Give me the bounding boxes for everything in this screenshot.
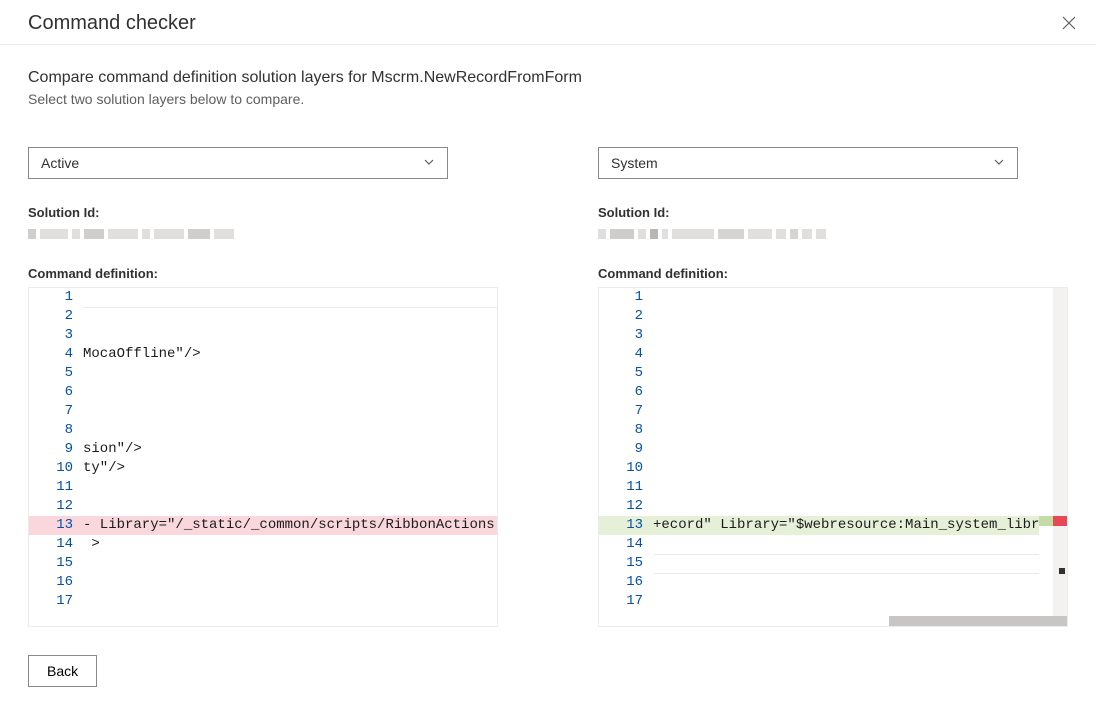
left-layer-value: Active — [41, 155, 423, 171]
code-line: 5 — [599, 364, 1039, 383]
code-line: 4MocaOffline"/> — [29, 345, 497, 364]
close-icon — [1062, 16, 1076, 30]
left-column: Active Solution Id: Command definition: … — [28, 147, 498, 627]
code-line: 17 — [29, 592, 497, 611]
diff-marker-add — [1039, 516, 1053, 526]
right-layer-value: System — [611, 155, 993, 171]
right-command-def-label: Command definition: — [598, 266, 1068, 281]
code-line: 8 — [29, 421, 497, 440]
close-button[interactable] — [1056, 10, 1082, 36]
back-button[interactable]: Back — [28, 655, 97, 687]
dialog-titlebar: Command checker — [0, 0, 1096, 45]
description: Select two solution layers below to comp… — [28, 91, 1068, 107]
code-line: 15 — [29, 554, 497, 573]
right-solution-id-value — [598, 226, 1068, 242]
left-solution-id-value — [28, 226, 498, 242]
dialog-content: Compare command definition solution laye… — [0, 45, 1096, 711]
code-line: 7 — [599, 402, 1039, 421]
left-command-def-label: Command definition: — [28, 266, 498, 281]
diff-marker-delete — [1053, 516, 1067, 526]
code-line: 3 — [599, 326, 1039, 345]
subtitle: Compare command definition solution laye… — [28, 69, 1068, 87]
code-line: 1 — [599, 288, 1039, 307]
code-line: 17 — [599, 592, 1039, 611]
code-line: 16 — [29, 573, 497, 592]
code-line: 11 — [599, 478, 1039, 497]
code-line: 10ty"/> — [29, 459, 497, 478]
caret-indicator — [1059, 568, 1065, 574]
code-line: 4 — [599, 345, 1039, 364]
code-line: 16 — [599, 573, 1039, 592]
code-line: 6 — [599, 383, 1039, 402]
code-line: 12 — [29, 497, 497, 516]
code-line: 2 — [29, 307, 497, 326]
code-line-added: 13+ecord" Library="$webresource:Main_sys… — [599, 516, 1039, 535]
code-line: 14 > — [29, 535, 497, 554]
code-line: 9 — [599, 440, 1039, 459]
right-solution-id-label: Solution Id: — [598, 205, 1068, 220]
code-line: 15 — [599, 554, 1039, 573]
code-line: 11 — [29, 478, 497, 497]
code-line: 5 — [29, 364, 497, 383]
right-layer-dropdown[interactable]: System — [598, 147, 1018, 179]
command-checker-dialog: Command checker Compare command definiti… — [0, 0, 1096, 711]
right-code-box[interactable]: 1 2 3 4 5 6 7 8 9 10 11 12 13+ecord" Lib… — [598, 287, 1068, 627]
chevron-down-icon — [423, 155, 435, 171]
chevron-down-icon — [993, 155, 1005, 171]
code-line-deleted: 13- Library="/_static/_common/scripts/Ri… — [29, 516, 497, 535]
code-line: 3 — [29, 326, 497, 345]
code-line: 6 — [29, 383, 497, 402]
compare-columns: Active Solution Id: Command definition: … — [28, 147, 1068, 627]
code-line: 10 — [599, 459, 1039, 478]
left-solution-id-label: Solution Id: — [28, 205, 498, 220]
vertical-scrollbar-track[interactable] — [1053, 288, 1067, 626]
right-column: System Solution Id: Command definition: — [598, 147, 1068, 627]
code-line: 2 — [599, 307, 1039, 326]
left-layer-dropdown[interactable]: Active — [28, 147, 448, 179]
code-line: 8 — [599, 421, 1039, 440]
code-line: 9sion"/> — [29, 440, 497, 459]
dialog-footer: Back — [28, 651, 1068, 687]
code-line: 12 — [599, 497, 1039, 516]
code-line: 14 — [599, 535, 1039, 554]
dialog-title: Command checker — [28, 12, 196, 35]
code-line: 1 — [29, 288, 497, 307]
code-line: 7 — [29, 402, 497, 421]
left-code-box[interactable]: 1 2 3 4MocaOffline"/> 5 6 7 8 9sion"/> 1… — [28, 287, 498, 627]
